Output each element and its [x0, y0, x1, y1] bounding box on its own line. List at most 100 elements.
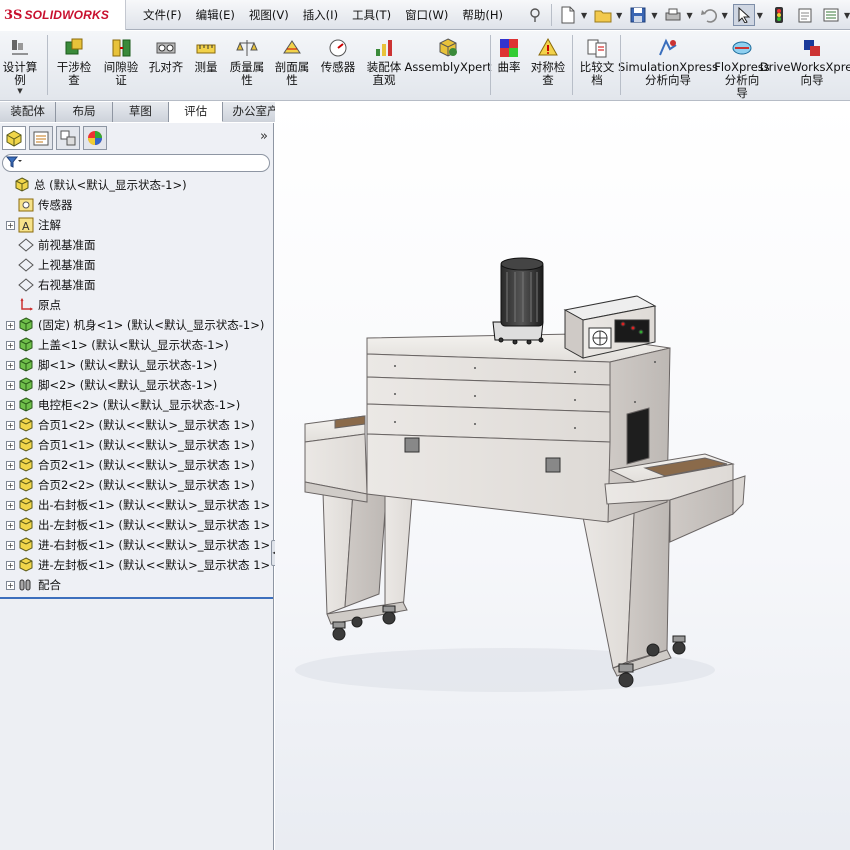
assembly-icon	[14, 177, 30, 193]
plane-icon	[18, 277, 34, 293]
tab-0[interactable]: 装配体	[0, 102, 57, 122]
tree-node[interactable]: + 合页1<2> (默认<<默认>_显示状态 1>)	[0, 415, 274, 435]
expand-toggle-icon[interactable]: +	[6, 440, 15, 450]
expand-toggle-icon[interactable]: +	[6, 380, 15, 390]
floxpress-icon	[731, 37, 753, 59]
print-dropdown-icon[interactable]: ▼	[686, 11, 692, 20]
command-separator	[47, 35, 48, 95]
expand-toggle-icon[interactable]: +	[6, 340, 15, 350]
menu-item[interactable]: 文件(F)	[136, 0, 189, 30]
tree-node[interactable]: 上视基准面	[0, 255, 274, 275]
command-label: 比较文 档	[579, 60, 615, 87]
tree-node[interactable]: 传感器	[0, 195, 274, 215]
rebuild-traffic-light-icon[interactable]	[768, 4, 790, 26]
configurationmanager-tab-icon[interactable]	[56, 126, 80, 150]
save-dropdown-icon[interactable]: ▼	[651, 11, 657, 20]
subassembly-icon	[18, 337, 34, 353]
tree-node[interactable]: + 合页1<1> (默认<<默认>_显示状态 1>)	[0, 435, 274, 455]
tree-node[interactable]: + A 注解	[0, 215, 274, 235]
design-study-dropdown-icon[interactable]: ▼	[17, 87, 22, 95]
tree-node[interactable]: + 合页2<1> (默认<<默认>_显示状态 1>)	[0, 455, 274, 475]
tree-node[interactable]: + 电控柜<2> (默认<默认_显示状态-1>)	[0, 395, 274, 415]
file-properties-icon[interactable]	[794, 4, 816, 26]
tree-node[interactable]: + 上盖<1> (默认<默认_显示状态-1>)	[0, 335, 274, 355]
tab-1[interactable]: 布局	[56, 102, 113, 122]
pin-icon[interactable]	[524, 4, 546, 26]
menu-item[interactable]: 工具(T)	[345, 0, 398, 30]
solidworks-logo[interactable]: 3S SOLIDWORKS	[0, 0, 126, 30]
tree-node-label: 脚<2> (默认<默认_显示状态-1>)	[38, 378, 218, 392]
tree-node[interactable]: + 进-左封板<1> (默认<<默认>_显示状态 1>	[0, 555, 274, 575]
tree-node-label: 原点	[38, 298, 61, 312]
tree-node[interactable]: + 出-左封板<1> (默认<<默认>_显示状态 1>	[0, 515, 274, 535]
tree-node-label: 出-左封板<1> (默认<<默认>_显示状态 1>	[38, 518, 271, 532]
propertymanager-tab-icon[interactable]	[29, 126, 53, 150]
quick-access-toolbar: ▼ ▼ ▼ ▼ ▼ ▼ ▼	[522, 2, 850, 28]
options-icon[interactable]	[820, 4, 842, 26]
expand-toggle-icon[interactable]: +	[6, 520, 15, 530]
main-menu: 文件(F) 编辑(E) 视图(V) 插入(I) 工具(T) 窗口(W) 帮助(H)	[136, 0, 510, 30]
print-icon[interactable]	[662, 4, 684, 26]
manager-tabs: »	[0, 123, 274, 153]
tree-filter[interactable]	[2, 154, 270, 172]
select-pointer-icon[interactable]	[732, 4, 755, 26]
featuremanager-tab-icon[interactable]	[2, 126, 26, 150]
assembly-visualization-icon	[373, 37, 395, 59]
displaymanager-tab-icon[interactable]	[83, 126, 107, 150]
expand-panel-icon[interactable]: »	[260, 129, 268, 144]
menu-item[interactable]: 编辑(E)	[189, 0, 242, 30]
expand-toggle-icon[interactable]: +	[6, 500, 15, 510]
graphics-area[interactable]	[275, 102, 850, 850]
part-icon	[18, 497, 34, 513]
expand-toggle-icon[interactable]: +	[6, 420, 15, 430]
tree-node[interactable]: 右视基准面	[0, 275, 274, 295]
expand-toggle-icon[interactable]: +	[6, 360, 15, 370]
open-dropdown-icon[interactable]: ▼	[616, 11, 622, 20]
undo-dropdown-icon[interactable]: ▼	[722, 11, 728, 20]
tree-node[interactable]: + 脚<2> (默认<默认_显示状态-1>)	[0, 375, 274, 395]
tree-node[interactable]: + (固定) 机身<1> (默认<默认_显示状态-1>)	[0, 315, 274, 335]
open-folder-icon[interactable]	[592, 4, 614, 26]
part-icon	[18, 417, 34, 433]
tree-node[interactable]: + 配合	[0, 575, 274, 595]
simulationxpress-button[interactable]: SimulationXpress 分析向导	[618, 33, 718, 87]
options-dropdown-icon[interactable]: ▼	[844, 11, 850, 20]
tree-node-label: 合页1<2> (默认<<默认>_显示状态 1>)	[38, 418, 255, 432]
expand-toggle-icon[interactable]: +	[6, 400, 15, 410]
new-document-icon[interactable]	[557, 4, 579, 26]
tree-node[interactable]: + 出-右封板<1> (默认<<默认>_显示状态 1>	[0, 495, 274, 515]
new-dropdown-icon[interactable]: ▼	[581, 11, 587, 20]
tree-node[interactable]: 总 (默认<默认_显示状态-1>)	[0, 175, 274, 195]
tree-node-label: 上盖<1> (默认<默认_显示状态-1>)	[38, 338, 229, 352]
expand-toggle-icon[interactable]: +	[6, 540, 15, 550]
tree-node-label: 上视基准面	[38, 258, 96, 272]
expand-toggle-icon[interactable]: +	[6, 480, 15, 490]
tree-node[interactable]: + 进-右封板<1> (默认<<默认>_显示状态 1>	[0, 535, 274, 555]
part-icon	[18, 477, 34, 493]
menu-item[interactable]: 插入(I)	[296, 0, 345, 30]
expand-toggle-icon[interactable]: +	[6, 220, 15, 230]
menu-item[interactable]: 帮助(H)	[455, 0, 510, 30]
tree-node[interactable]: + 脚<1> (默认<默认_显示状态-1>)	[0, 355, 274, 375]
driveworksxpress-button[interactable]: DriveWorksXpress 向导	[760, 33, 850, 87]
save-icon[interactable]	[627, 4, 649, 26]
expand-toggle-icon[interactable]: +	[6, 460, 15, 470]
tree-node[interactable]: + 合页2<2> (默认<<默认>_显示状态 1>)	[0, 475, 274, 495]
command-label: DriveWorksXpress 向导	[759, 60, 850, 87]
tree-node[interactable]: 原点	[0, 295, 274, 315]
expand-toggle-icon[interactable]: +	[6, 580, 15, 590]
select-dropdown-icon[interactable]: ▼	[757, 11, 763, 20]
tree-node[interactable]: 前视基准面	[0, 235, 274, 255]
filter-icon[interactable]	[5, 156, 22, 171]
menu-item[interactable]: 视图(V)	[242, 0, 296, 30]
tab-3[interactable]: 评估	[169, 102, 224, 122]
tab-2[interactable]: 草图	[112, 102, 170, 122]
undo-icon[interactable]	[698, 4, 720, 26]
expand-toggle-icon[interactable]: +	[6, 560, 15, 570]
menu-item[interactable]: 窗口(W)	[398, 0, 455, 30]
expand-toggle-icon[interactable]: +	[6, 320, 15, 330]
compare-documents-icon	[586, 37, 608, 59]
tree-node-label: 合页2<2> (默认<<默认>_显示状态 1>)	[38, 478, 255, 492]
